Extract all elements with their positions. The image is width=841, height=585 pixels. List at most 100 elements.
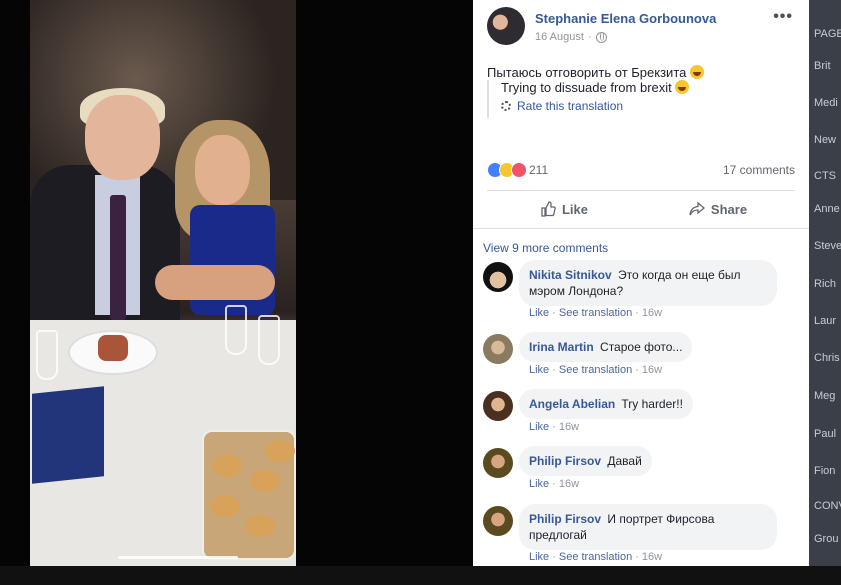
comment-like-link[interactable]: Like [529, 307, 549, 319]
like-label: Like [561, 201, 588, 217]
photo-woman-face [195, 135, 250, 205]
translation-block: Trying to dissuade from brexit Rate this… [487, 80, 690, 118]
translated-text-content: Trying to dissuade from brexit [501, 80, 672, 95]
post-text: Пытаюсь отговорить от Брекзита [487, 65, 704, 80]
commenter-avatar[interactable] [483, 448, 513, 478]
photo-bread [265, 440, 295, 462]
comment-like-link[interactable]: Like [529, 364, 549, 376]
post-header: Stephanie Elena Gorbounova 16 August · •… [473, 0, 809, 50]
photo-viewer: PAGES Brit Medi New CTS Anne Steve Rich … [0, 0, 841, 585]
sidebar-item[interactable]: Brit [814, 60, 831, 72]
comment-time[interactable]: 16w [559, 421, 579, 433]
comment-like-link[interactable]: Like [529, 421, 549, 433]
post-photo[interactable] [30, 0, 296, 566]
post-text-content: Пытаюсь отговорить от Брекзита [487, 65, 687, 80]
photo-man-tie [110, 195, 126, 320]
sidebar-item: PAGES [814, 28, 841, 40]
comment-bubble: Philip Firsov Давай [519, 446, 652, 476]
commenter-avatar[interactable] [483, 262, 513, 292]
author-avatar[interactable] [487, 7, 525, 45]
sidebar-item[interactable]: Anne [814, 203, 840, 215]
post-actions: Like Share [487, 192, 795, 226]
sidebar-item[interactable]: Paul [814, 428, 836, 440]
sidebar-item[interactable]: Grou [814, 533, 838, 545]
comment-text: предлогай [529, 528, 587, 542]
comment: Angela Abelian Try harder!! Like · 16w [483, 389, 803, 439]
comment-bubble: Irina Martin Старое фото... [519, 332, 693, 362]
sidebar-item[interactable]: Meg [814, 390, 835, 402]
photo-water-glass [258, 315, 280, 365]
commenter-name[interactable]: Irina Martin [529, 340, 594, 354]
reaction-count[interactable]: 211 [529, 163, 548, 177]
meta-separator: · [587, 31, 592, 43]
comment-actions: Like · See translation · 16w [529, 551, 663, 563]
see-translation-link[interactable]: See translation [559, 307, 632, 319]
translated-text: Trying to dissuade from brexit [501, 80, 690, 95]
photo-menu-card [32, 386, 104, 484]
comment-text: Try harder!! [621, 397, 683, 411]
comment-actions: Like · See translation · 16w [529, 307, 663, 319]
comment-time[interactable]: 16w [642, 551, 662, 563]
photo-food [98, 335, 128, 361]
photo-woman-arm [155, 265, 275, 300]
grinning-emoji-icon [675, 80, 690, 94]
more-options-button[interactable]: ••• [773, 8, 793, 26]
view-more-comments-link[interactable]: View 9 more comments [483, 241, 608, 255]
photo-bread [212, 455, 242, 477]
sidebar-item[interactable]: Fion [814, 465, 835, 477]
commenter-name[interactable]: Philip Firsov [529, 454, 601, 468]
rate-translation-label: Rate this translation [517, 99, 624, 113]
rate-translation-link[interactable]: Rate this translation [501, 99, 689, 113]
thumbs-up-icon [541, 201, 556, 217]
photo-man-face [85, 95, 160, 180]
commenter-avatar[interactable] [483, 391, 513, 421]
sidebar-item[interactable]: New [814, 134, 836, 146]
sidebar-item[interactable]: Rich [814, 278, 836, 290]
share-label: Share [710, 201, 748, 217]
comments-count[interactable]: 17 comments [723, 163, 795, 177]
reactions-bar: 211 17 comments [487, 160, 795, 180]
photo-water-glass [225, 305, 247, 355]
comment-text: мэром Лондона? [529, 284, 624, 298]
comment: Irina Martin Старое фото... Like · See tra… [483, 332, 803, 382]
background-sidebar: PAGES Brit Medi New CTS Anne Steve Rich … [808, 0, 841, 585]
comment-time[interactable]: 16w [642, 364, 662, 376]
comment-time[interactable]: 16w [642, 307, 662, 319]
divider [487, 190, 795, 191]
commenter-avatar[interactable] [483, 506, 513, 536]
comment-like-link[interactable]: Like [529, 478, 549, 490]
commenter-name[interactable]: Philip Firsov [529, 512, 601, 526]
post-meta: 16 August · [535, 31, 607, 43]
love-reaction-icon[interactable] [511, 162, 527, 178]
comment-actions: Like · 16w [529, 421, 580, 433]
like-button[interactable]: Like [487, 192, 641, 226]
commenter-name[interactable]: Nikita Sitnikov [529, 268, 612, 282]
sidebar-item[interactable]: Steve [814, 240, 841, 252]
comment-like-link[interactable]: Like [529, 551, 549, 563]
comment-text: И портрет Фирсова [607, 512, 715, 526]
comment-bubble: Philip Firsov И портрет Фирсова предлога… [519, 504, 777, 550]
comment-actions: Like · 16w [529, 478, 580, 490]
commenter-name[interactable]: Angela Abelian [529, 397, 615, 411]
sidebar-item[interactable]: Laur [814, 315, 836, 327]
photo-bread [245, 515, 275, 537]
comment: Nikita Sitnikov Это когда он еще был мэр… [483, 260, 803, 328]
commenter-avatar[interactable] [483, 334, 513, 364]
background-strip [0, 566, 841, 585]
photo-scroll-indicator [118, 556, 238, 559]
comment-time[interactable]: 16w [559, 478, 579, 490]
sidebar-item[interactable]: Medi [814, 97, 838, 109]
share-button[interactable]: Share [641, 192, 795, 226]
globe-icon[interactable] [595, 31, 607, 43]
comment-actions: Like · See translation · 16w [529, 364, 663, 376]
sidebar-item[interactable]: Chris [814, 352, 840, 364]
see-translation-link[interactable]: See translation [559, 364, 632, 376]
post-date[interactable]: 16 August [535, 31, 584, 43]
comment-text: Давай [607, 454, 642, 468]
comment: Philip Firsov Давай Like · 16w [483, 446, 803, 496]
photo-wine-glass [36, 330, 58, 380]
photo-bread [210, 495, 240, 517]
author-name[interactable]: Stephanie Elena Gorbounova [535, 11, 716, 26]
see-translation-link[interactable]: See translation [559, 551, 632, 563]
divider [473, 228, 809, 229]
